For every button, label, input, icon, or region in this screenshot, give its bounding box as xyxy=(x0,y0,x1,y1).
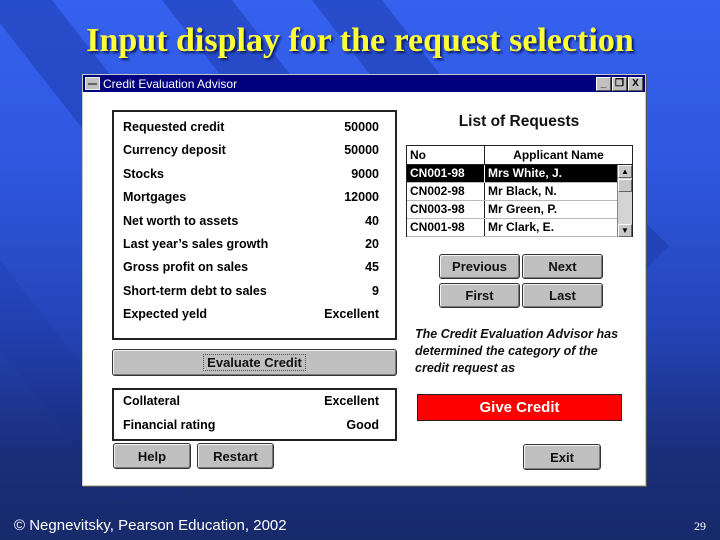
request-row[interactable]: CN002-98 Mr Black, N. xyxy=(407,183,617,201)
request-row[interactable]: CN003-98 Mr Green, P. xyxy=(407,201,617,219)
requests-list-header: No Applicant Name xyxy=(407,146,632,165)
input-row: Net worth to assets 40 xyxy=(123,214,379,237)
output-value: Good xyxy=(346,417,379,432)
request-no: CN002-98 xyxy=(407,183,485,200)
output-label: Collateral xyxy=(123,394,180,408)
requests-scrollbar[interactable]: ▲ ▼ xyxy=(617,165,632,237)
output-label: Financial rating xyxy=(123,417,216,432)
input-row: Short-term debt to sales 9 xyxy=(123,284,379,307)
input-value: 50000 xyxy=(344,120,379,134)
help-button[interactable]: Help xyxy=(113,443,191,469)
requests-list[interactable]: No Applicant Name CN001-98 Mrs White, J.… xyxy=(406,145,633,237)
slide-title: Input display for the request selection xyxy=(86,22,634,59)
scroll-down-arrow-icon[interactable]: ▼ xyxy=(618,224,632,237)
output-row: Collateral Excellent xyxy=(123,394,379,418)
output-values-panel: Collateral Excellent Financial rating Good xyxy=(112,388,397,441)
input-label: Short-term debt to sales xyxy=(123,283,267,298)
input-row: Requested credit 50000 xyxy=(123,120,379,143)
input-label: Net worth to assets xyxy=(123,213,239,228)
applicant-name: Mr Green, P. xyxy=(488,202,558,216)
request-no: CN001-98 xyxy=(407,165,485,182)
input-values-panel: Requested credit 50000 Currency deposit 50… xyxy=(112,110,397,340)
input-value: 12000 xyxy=(344,190,379,205)
restart-button[interactable]: Restart xyxy=(197,443,274,469)
request-row-selected[interactable]: CN001-98 Mrs White, J. xyxy=(407,165,617,183)
input-label: Expected yeld xyxy=(123,307,208,322)
input-row: Last year’s sales growth 20 xyxy=(123,237,379,260)
input-row: Mortgages 12000 xyxy=(123,190,379,213)
input-value: 40 xyxy=(365,213,379,228)
applicant-name: Mr Clark, E. xyxy=(488,220,555,234)
window-titlebar[interactable]: Credit Evaluation Advisor _ ❐ X xyxy=(83,75,645,92)
first-button[interactable]: First xyxy=(439,283,520,308)
input-value: Excellent xyxy=(324,307,379,322)
input-row: Currency deposit 50000 xyxy=(123,143,379,166)
input-row: Gross profit on sales 45 xyxy=(123,260,379,283)
input-label: Stocks xyxy=(123,166,164,181)
evaluate-credit-label: Evaluate Credit xyxy=(203,354,306,371)
request-no: CN001-98 xyxy=(407,219,485,236)
minimize-button[interactable]: _ xyxy=(596,77,611,91)
column-header-no[interactable]: No xyxy=(407,146,485,164)
last-button[interactable]: Last xyxy=(522,283,603,308)
system-menu-icon[interactable] xyxy=(85,77,100,90)
input-label: Requested credit xyxy=(123,120,225,134)
output-value: Excellent xyxy=(324,394,379,408)
requests-list-title: List of Requests xyxy=(458,113,580,130)
maximize-button[interactable]: ❐ xyxy=(612,77,627,91)
input-value: 20 xyxy=(365,236,379,251)
input-value: 45 xyxy=(365,260,379,275)
request-no: CN003-98 xyxy=(407,201,485,218)
input-row: Stocks 9000 xyxy=(123,167,379,190)
evaluate-credit-button[interactable]: Evaluate Credit xyxy=(112,349,397,376)
scroll-thumb[interactable] xyxy=(618,179,632,192)
copyright-footer: © Negnevitsky, Pearson Education, 2002 xyxy=(14,517,287,534)
decorative-arrow xyxy=(645,222,669,270)
credit-decision-result: Give Credit xyxy=(417,394,622,421)
page-number: 29 xyxy=(694,519,706,533)
advisor-message: The Credit Evaluation Advisor has determ… xyxy=(415,327,619,375)
applicant-name: Mrs White, J. xyxy=(488,166,563,180)
applicant-name: Mr Black, N. xyxy=(488,184,557,198)
window-title: Credit Evaluation Advisor xyxy=(103,76,238,91)
scroll-up-arrow-icon[interactable]: ▲ xyxy=(618,165,632,178)
input-label: Last year’s sales growth xyxy=(123,236,269,251)
input-value: 9 xyxy=(372,283,379,298)
input-label: Mortgages xyxy=(123,190,187,205)
output-row: Financial rating Good xyxy=(123,418,379,442)
exit-button[interactable]: Exit xyxy=(523,444,601,470)
input-value: 9000 xyxy=(351,166,379,181)
input-value: 50000 xyxy=(344,143,379,158)
input-row: Expected yeld Excellent xyxy=(123,307,379,330)
close-button[interactable]: X xyxy=(628,77,643,91)
input-label: Gross profit on sales xyxy=(123,260,249,275)
request-row[interactable]: CN001-98 Mr Clark, E. xyxy=(407,219,617,237)
input-label: Currency deposit xyxy=(123,143,226,158)
next-button[interactable]: Next xyxy=(522,254,603,279)
column-header-applicant-name[interactable]: Applicant Name xyxy=(485,146,632,164)
previous-button[interactable]: Previous xyxy=(439,254,520,279)
